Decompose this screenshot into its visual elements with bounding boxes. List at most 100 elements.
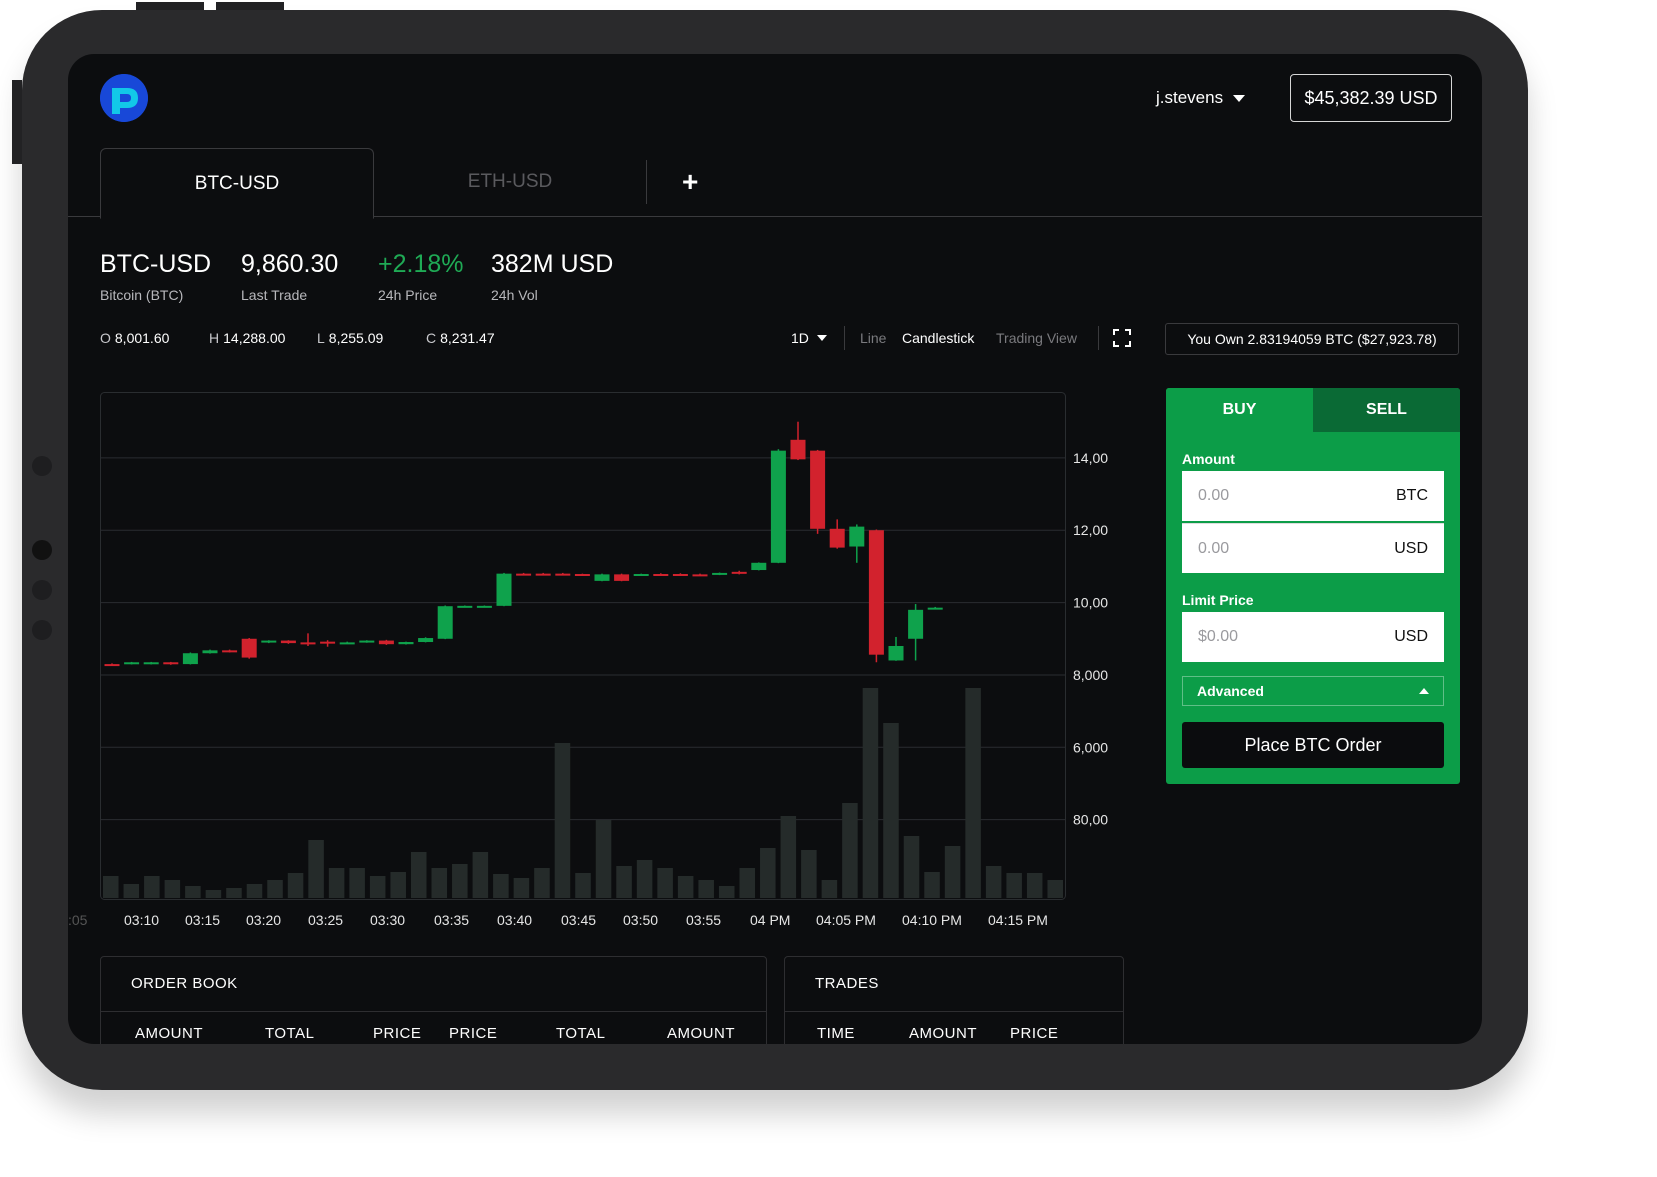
low-label: L [317, 330, 325, 346]
chart-type-candlestick[interactable]: Candlestick [902, 330, 974, 346]
y-tick-label: 80,000 [1073, 812, 1108, 828]
ohlc-open: O 8,001.60 [100, 330, 169, 346]
chart-type-line[interactable]: Line [860, 330, 886, 346]
volume-bar [390, 872, 406, 898]
volume-bar [616, 866, 632, 898]
stat-pair: BTC-USD Bitcoin (BTC) [100, 250, 211, 303]
candle-body [261, 640, 277, 643]
col-price: PRICE [1010, 1025, 1059, 1042]
candle-body [378, 640, 394, 645]
open-label: O [100, 330, 111, 346]
interval-value: 1D [791, 330, 809, 346]
candle-body [457, 605, 473, 608]
chevron-down-icon [816, 335, 827, 341]
fullscreen-icon[interactable] [1113, 329, 1131, 352]
price-change-label: 24h Price [378, 287, 438, 303]
add-tab-button[interactable]: + [682, 166, 698, 198]
top-button [216, 2, 284, 10]
volume-bar [677, 876, 694, 898]
volume-bar [513, 878, 530, 898]
tab-btc-usd[interactable]: BTC-USD [100, 148, 374, 219]
amount-btc-field[interactable]: 0.00 BTC [1182, 471, 1444, 521]
volume-bar [1026, 873, 1043, 898]
volume-label: 24h Vol [491, 287, 538, 303]
volume-bar [369, 876, 386, 898]
close-label: C [426, 330, 437, 346]
volume-bar [1047, 880, 1063, 898]
order-book-card: ORDER BOOK AMOUNT TOTAL PRICE PRICE TOTA… [100, 956, 767, 1044]
x-axis: :05 03:10 03:15 03:20 03:25 03:30 03:35 03:40 03… [68, 912, 1128, 932]
volume-bar [1006, 873, 1022, 898]
candle-body [143, 662, 159, 665]
volume-bar [226, 888, 242, 898]
candle-body [418, 638, 434, 643]
candle-body [476, 605, 492, 608]
volume-bar [657, 868, 673, 898]
x-tick-label: 03:45 [561, 912, 597, 928]
volume-bar [575, 873, 591, 898]
volume-bar [636, 860, 653, 898]
candle-body [555, 573, 571, 576]
tab-eth-usd[interactable]: ETH-USD [374, 148, 646, 216]
col-amount: AMOUNT [667, 1025, 735, 1042]
candle-body [437, 606, 453, 639]
app-logo[interactable] [100, 74, 148, 122]
place-order-button[interactable]: Place BTC Order [1182, 722, 1444, 768]
volume-bar [308, 840, 324, 898]
limit-price-field[interactable]: $0.00 USD [1182, 612, 1444, 662]
candle-body [104, 664, 120, 667]
volume-bar [267, 880, 283, 898]
y-tick-label: 8,000.00 [1073, 667, 1108, 683]
x-tick-label: 03:20 [246, 912, 282, 928]
candle-body [202, 650, 218, 654]
candle-body [653, 574, 669, 577]
account-balance[interactable]: $45,382.39 USD [1290, 74, 1452, 122]
buy-tab[interactable]: BUY [1166, 388, 1313, 432]
x-tick-label: :05 [68, 912, 88, 928]
control-separator [844, 326, 845, 350]
chart-type-trading-view[interactable]: Trading View [996, 330, 1077, 346]
volume-bar [246, 884, 263, 898]
candle-body [163, 662, 179, 665]
username: j.stevens [1156, 88, 1224, 107]
advanced-toggle[interactable]: Advanced [1182, 676, 1444, 706]
candle-body [124, 662, 140, 665]
user-menu[interactable]: j.stevens [1156, 88, 1246, 108]
limit-price-label: Limit Price [1182, 592, 1254, 608]
interval-select[interactable]: 1D [791, 330, 827, 346]
amount-usd-field[interactable]: 0.00 USD [1182, 523, 1444, 573]
app-screen: j.stevens $45,382.39 USD BTC-USD ETH-USD… [68, 54, 1482, 1044]
open-value: 8,001.60 [114, 330, 170, 346]
high-value: 14,288.00 [223, 330, 286, 346]
candle-body [672, 574, 688, 577]
control-separator [1098, 326, 1099, 350]
tab-separator [646, 160, 647, 204]
volume-bar [698, 880, 714, 898]
amount-btc-unit: BTC [1396, 487, 1428, 504]
holdings-badge: You Own 2.83194059 BTC ($27,923.78) [1165, 323, 1459, 355]
volume-bar [862, 688, 879, 898]
price-chart[interactable]: 14,000.00 12,000.0 10,000.00 8,000.00 6,000.… [100, 392, 1108, 900]
card-divider [101, 1011, 766, 1012]
col-price: PRICE [449, 1025, 498, 1042]
volume-bar [144, 876, 160, 898]
logo-icon [100, 74, 148, 122]
sell-tab[interactable]: SELL [1313, 388, 1460, 432]
last-trade-label: Last Trade [241, 287, 308, 303]
ohlc-close: C 8,231.47 [426, 330, 495, 346]
volume-bar [883, 723, 899, 898]
volume-bar [287, 873, 304, 898]
top-button [136, 2, 204, 10]
volume-bar [842, 803, 858, 898]
x-tick-label: 04 PM [750, 912, 791, 928]
candle-body [516, 573, 532, 576]
order-panel: BUY SELL Amount 0.00 BTC 0.00 USD Limit … [1166, 388, 1460, 784]
close-value: 8,231.47 [440, 330, 495, 346]
volume-bar [780, 816, 797, 898]
candle-body [633, 574, 649, 577]
card-divider [785, 1011, 1123, 1012]
volume-bar [103, 876, 119, 898]
col-price: PRICE [373, 1025, 422, 1042]
candle-body [770, 450, 786, 563]
price-change-value: +2.18% [378, 250, 464, 278]
